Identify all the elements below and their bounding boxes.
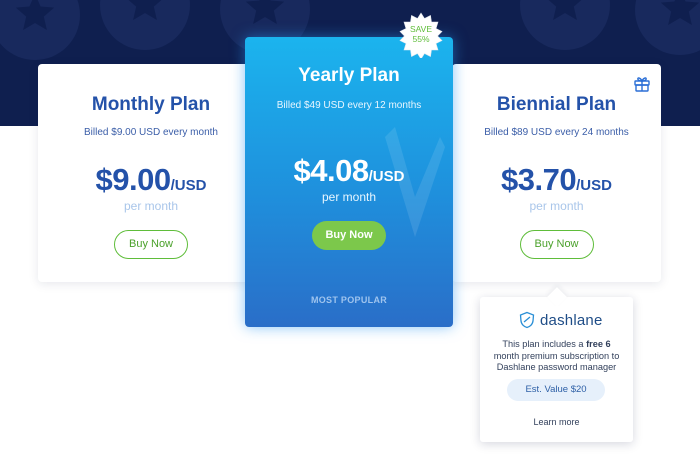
- save-badge-percent: 55%: [412, 34, 430, 44]
- price-unit: /USD: [576, 177, 612, 194]
- star-icon: [635, 0, 700, 55]
- plan-price: $9.00/USD: [38, 162, 264, 198]
- most-popular-label: MOST POPULAR: [310, 295, 388, 305]
- price-unit: /USD: [170, 177, 207, 194]
- save-badge-text: SAVE 55%: [398, 24, 444, 44]
- dashlane-logo: dashlane: [518, 311, 603, 329]
- buy-now-button-yearly[interactable]: Buy Now: [312, 221, 386, 250]
- plan-billing-note: Billed $49 USD every 12 months: [276, 100, 422, 111]
- star-icon: [520, 0, 610, 50]
- popover-arrow: [547, 287, 567, 307]
- plan-title: Monthly Plan: [91, 94, 211, 115]
- plan-price: $3.70/USD: [452, 162, 661, 198]
- price-amount: $4.08: [293, 153, 370, 188]
- offer-text-rest: month premium subscription to Dashlane p…: [493, 350, 620, 373]
- plan-card-monthly: Monthly Plan Billed $9.00 USD every mont…: [38, 64, 264, 282]
- plan-billing-note: Billed $89 USD every 24 months: [484, 127, 629, 138]
- offer-text: This plan includes a: [502, 339, 587, 349]
- dashlane-wordmark: dashlane: [540, 311, 603, 329]
- estimated-value-pill: Est. Value $20: [507, 379, 605, 401]
- plan-card-yearly: Yearly Plan Billed $49 USD every 12 mont…: [245, 37, 453, 327]
- gift-icon[interactable]: [633, 74, 651, 92]
- star-icon: [100, 0, 190, 50]
- plan-billing-note: Billed $9.00 USD every month: [84, 127, 218, 138]
- buy-now-button-biennial[interactable]: Buy Now: [519, 230, 594, 259]
- save-badge-label: SAVE: [409, 24, 433, 34]
- plan-title: Biennial Plan: [496, 94, 617, 115]
- plan-title: Yearly Plan: [298, 65, 400, 86]
- plan-card-biennial: Biennial Plan Billed $89 USD every 24 mo…: [452, 64, 661, 282]
- decorative-watermark: [385, 127, 445, 237]
- price-amount: $9.00: [95, 162, 172, 197]
- star-icon: [0, 0, 80, 60]
- price-amount: $3.70: [501, 162, 577, 197]
- dashlane-shield-icon: [519, 311, 535, 329]
- buy-now-button-monthly[interactable]: Buy Now: [114, 230, 188, 259]
- price-period: per month: [529, 199, 584, 213]
- dashlane-offer-popover: dashlane This plan includes a free 6 mon…: [480, 287, 633, 442]
- offer-description: This plan includes a free 6 month premiu…: [490, 339, 623, 374]
- save-badge: SAVE 55%: [398, 12, 444, 60]
- learn-more-link[interactable]: Learn more: [480, 417, 633, 427]
- offer-highlight: free 6: [586, 339, 611, 349]
- price-period: per month: [123, 199, 179, 213]
